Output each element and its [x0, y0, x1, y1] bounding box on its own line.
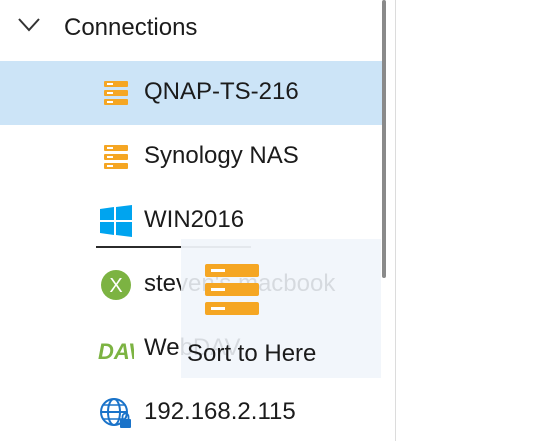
connections-panel: Connections QNAP-TS-216 Synology NAS WIN… — [0, 0, 395, 441]
chevron-down-icon[interactable] — [18, 18, 40, 32]
xbox-x-icon: X — [101, 270, 131, 300]
connections-header-label: Connections — [64, 14, 198, 41]
tree-item-label: QNAP-TS-216 — [144, 78, 299, 105]
tree-item-label: 192.168.2.115 — [144, 398, 296, 425]
pane-divider[interactable] — [395, 0, 396, 441]
connections-group-header[interactable]: Connections — [0, 0, 380, 56]
tree-item-synology[interactable]: Synology NAS — [0, 125, 386, 189]
tree-item-qnap[interactable]: QNAP-TS-216 — [0, 61, 386, 125]
nas-server-icon — [205, 264, 259, 315]
tree-item-label: WIN2016 — [144, 206, 245, 233]
tree-item-label: Synology NAS — [144, 142, 299, 169]
svg-text:DAV: DAV — [98, 339, 134, 364]
drag-preview-label: Sort to Here — [187, 340, 317, 367]
tree-item-ip[interactable]: 192.168.2.115 — [0, 381, 386, 445]
svg-text:X: X — [109, 275, 122, 297]
network-globe-lock-icon — [100, 398, 131, 428]
nas-server-icon — [104, 145, 128, 169]
vertical-scrollbar-thumb[interactable] — [382, 0, 386, 278]
nas-server-icon — [104, 81, 128, 105]
windows-icon — [100, 205, 132, 237]
drag-preview: Sort to Here — [181, 239, 381, 378]
dav-icon: DAV — [98, 339, 134, 364]
